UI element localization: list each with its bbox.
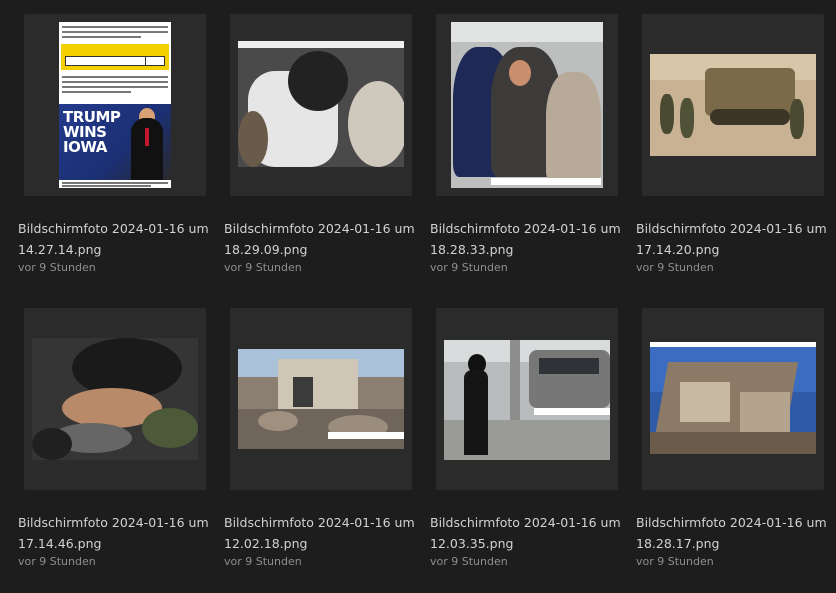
- file-card[interactable]: Bildschirmfoto 2024-01-16 um 12.03.35.pn…: [430, 308, 621, 568]
- photo-preview: [32, 338, 198, 460]
- file-card[interactable]: Bildschirmfoto 2024-01-16 um 17.14.46.pn…: [18, 308, 209, 568]
- file-card[interactable]: Bildschirmfoto 2024-01-16 um 18.28.17.pn…: [636, 308, 827, 568]
- photo-preview: [650, 342, 816, 454]
- photo-preview: [444, 340, 610, 460]
- file-name: Bildschirmfoto 2024-01-16 um 14.27.14.pn…: [18, 221, 209, 257]
- file-modified-time: vor 9 Stunden: [636, 555, 714, 568]
- file-thumbnail[interactable]: [230, 308, 412, 490]
- file-modified-time: vor 9 Stunden: [430, 555, 508, 568]
- file-name: Bildschirmfoto 2024-01-16 um 12.03.35.pn…: [430, 515, 621, 551]
- file-modified-time: vor 9 Stunden: [18, 261, 96, 274]
- file-thumbnail[interactable]: [436, 14, 618, 196]
- file-modified-time: vor 9 Stunden: [636, 261, 714, 274]
- file-name: Bildschirmfoto 2024-01-16 um 18.28.33.pn…: [430, 221, 621, 257]
- preview-headline: TRUMP WINS IOWA: [63, 108, 121, 156]
- file-modified-time: vor 9 Stunden: [430, 261, 508, 274]
- file-thumbnail[interactable]: [24, 308, 206, 490]
- photo-preview: [238, 349, 404, 449]
- file-card[interactable]: Bildschirmfoto 2024-01-16 um 12.02.18.pn…: [224, 308, 415, 568]
- file-modified-time: vor 9 Stunden: [224, 555, 302, 568]
- file-thumbnail[interactable]: [642, 308, 824, 490]
- photo-preview: [238, 41, 404, 167]
- file-name: Bildschirmfoto 2024-01-16 um 12.02.18.pn…: [224, 515, 415, 551]
- file-thumbnail[interactable]: [230, 14, 412, 196]
- file-thumbnail[interactable]: [436, 308, 618, 490]
- file-thumbnail[interactable]: [642, 14, 824, 196]
- file-card[interactable]: TRUMP WINS IOWA Bildschirmfoto 2024-01-1…: [18, 14, 209, 274]
- file-card[interactable]: Bildschirmfoto 2024-01-16 um 18.29.09.pn…: [224, 14, 415, 274]
- file-name: Bildschirmfoto 2024-01-16 um 18.29.09.pn…: [224, 221, 415, 257]
- file-card[interactable]: Bildschirmfoto 2024-01-16 um 17.14.20.pn…: [636, 14, 827, 274]
- file-thumbnail[interactable]: TRUMP WINS IOWA: [24, 14, 206, 196]
- file-name: Bildschirmfoto 2024-01-16 um 17.14.46.pn…: [18, 515, 209, 551]
- file-name: Bildschirmfoto 2024-01-16 um 18.28.17.pn…: [636, 515, 827, 551]
- document-preview: TRUMP WINS IOWA: [59, 22, 171, 188]
- photo-preview: [650, 54, 816, 156]
- file-modified-time: vor 9 Stunden: [224, 261, 302, 274]
- file-modified-time: vor 9 Stunden: [18, 555, 96, 568]
- file-card[interactable]: Bildschirmfoto 2024-01-16 um 18.28.33.pn…: [430, 14, 621, 274]
- file-name: Bildschirmfoto 2024-01-16 um 17.14.20.pn…: [636, 221, 827, 257]
- photo-preview: [451, 22, 603, 188]
